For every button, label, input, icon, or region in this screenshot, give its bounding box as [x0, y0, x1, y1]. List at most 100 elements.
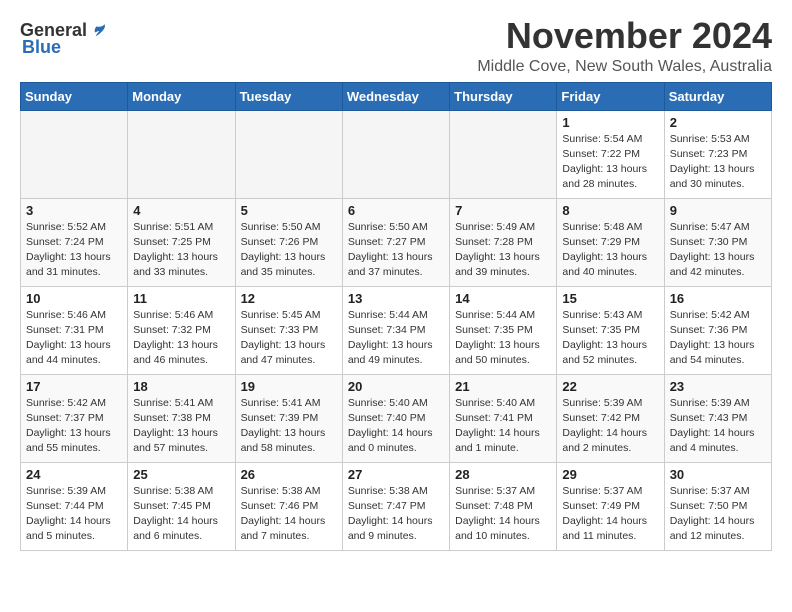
calendar-cell: 7Sunrise: 5:49 AM Sunset: 7:28 PM Daylig… — [450, 198, 557, 286]
calendar-cell: 25 Sunrise: 5:38 AM Sunset: 7:45 PM Dayli… — [128, 462, 235, 550]
day-of-week-header: Monday — [128, 82, 235, 110]
day-info: Sunrise: 5:50 AM Sunset: 7:27 PM Dayligh… — [348, 220, 444, 281]
calendar-cell: 30Sunrise: 5:37 AM Sunset: 7:50 PM Dayli… — [664, 462, 771, 550]
calendar-week-row: 10Sunrise: 5:46 AM Sunset: 7:31 PM Dayli… — [21, 286, 772, 374]
calendar-cell: 3Sunrise: 5:52 AM Sunset: 7:24 PM Daylig… — [21, 198, 128, 286]
day-number: 17 — [26, 379, 122, 394]
day-of-week-header: Thursday — [450, 82, 557, 110]
day-number: 29 — [562, 467, 658, 482]
day-number: 14 — [455, 291, 551, 306]
day-number: 25 — [133, 467, 229, 482]
title-area: November 2024 Middle Cove, New South Wal… — [477, 16, 772, 76]
calendar-cell: 14 Sunrise: 5:44 AM Sunset: 7:35 PM Dayli… — [450, 286, 557, 374]
calendar-cell: 20Sunrise: 5:40 AM Sunset: 7:40 PM Dayli… — [342, 374, 449, 462]
day-of-week-header: Sunday — [21, 82, 128, 110]
day-info: Sunrise: 5:42 AM Sunset: 7:37 PM Dayligh… — [26, 396, 122, 457]
day-number: 6 — [348, 203, 444, 218]
day-info: Sunrise: 5:44 AM Sunset: 7:34 PM Dayligh… — [348, 308, 444, 369]
calendar-cell: 12Sunrise: 5:45 AM Sunset: 7:33 PM Dayli… — [235, 286, 342, 374]
calendar-cell: 11 Sunrise: 5:46 AM Sunset: 7:32 PM Dayli… — [128, 286, 235, 374]
logo-blue-text: Blue — [22, 37, 61, 58]
day-number: 18 — [133, 379, 229, 394]
calendar-cell — [128, 110, 235, 198]
month-title: November 2024 — [477, 16, 772, 56]
day-info: Sunrise: 5:39 AM Sunset: 7:42 PM Dayligh… — [562, 396, 658, 457]
calendar-cell: 13 Sunrise: 5:44 AM Sunset: 7:34 PM Dayli… — [342, 286, 449, 374]
calendar-header-row: SundayMondayTuesdayWednesdayThursdayFrid… — [21, 82, 772, 110]
day-of-week-header: Saturday — [664, 82, 771, 110]
day-info: Sunrise: 5:40 AM Sunset: 7:41 PM Dayligh… — [455, 396, 551, 457]
day-info: Sunrise: 5:37 AM Sunset: 7:49 PM Dayligh… — [562, 484, 658, 545]
calendar-cell: 18 Sunrise: 5:41 AM Sunset: 7:38 PM Dayli… — [128, 374, 235, 462]
day-number: 11 — [133, 291, 229, 306]
day-number: 20 — [348, 379, 444, 394]
calendar-cell: 2 Sunrise: 5:53 AM Sunset: 7:23 PM Daylig… — [664, 110, 771, 198]
day-info: Sunrise: 5:46 AM Sunset: 7:32 PM Dayligh… — [133, 308, 229, 369]
day-info: Sunrise: 5:44 AM Sunset: 7:35 PM Dayligh… — [455, 308, 551, 369]
day-number: 24 — [26, 467, 122, 482]
day-number: 2 — [670, 115, 766, 130]
day-info: Sunrise: 5:42 AM Sunset: 7:36 PM Dayligh… — [670, 308, 766, 369]
day-info: Sunrise: 5:50 AM Sunset: 7:26 PM Dayligh… — [241, 220, 337, 281]
day-number: 21 — [455, 379, 551, 394]
calendar-cell — [450, 110, 557, 198]
day-info: Sunrise: 5:43 AM Sunset: 7:35 PM Dayligh… — [562, 308, 658, 369]
calendar-cell: 15Sunrise: 5:43 AM Sunset: 7:35 PM Dayli… — [557, 286, 664, 374]
day-info: Sunrise: 5:37 AM Sunset: 7:48 PM Dayligh… — [455, 484, 551, 545]
day-info: Sunrise: 5:39 AM Sunset: 7:43 PM Dayligh… — [670, 396, 766, 457]
calendar-cell: 5 Sunrise: 5:50 AM Sunset: 7:26 PM Daylig… — [235, 198, 342, 286]
calendar-cell: 24Sunrise: 5:39 AM Sunset: 7:44 PM Dayli… — [21, 462, 128, 550]
day-number: 13 — [348, 291, 444, 306]
calendar-cell: 23 Sunrise: 5:39 AM Sunset: 7:43 PM Dayli… — [664, 374, 771, 462]
day-info: Sunrise: 5:41 AM Sunset: 7:38 PM Dayligh… — [133, 396, 229, 457]
calendar-table: SundayMondayTuesdayWednesdayThursdayFrid… — [20, 82, 772, 551]
calendar-cell: 26Sunrise: 5:38 AM Sunset: 7:46 PM Dayli… — [235, 462, 342, 550]
day-info: Sunrise: 5:54 AM Sunset: 7:22 PM Dayligh… — [562, 132, 658, 193]
day-info: Sunrise: 5:41 AM Sunset: 7:39 PM Dayligh… — [241, 396, 337, 457]
day-info: Sunrise: 5:47 AM Sunset: 7:30 PM Dayligh… — [670, 220, 766, 281]
day-of-week-header: Wednesday — [342, 82, 449, 110]
day-number: 22 — [562, 379, 658, 394]
calendar-cell: 6 Sunrise: 5:50 AM Sunset: 7:27 PM Daylig… — [342, 198, 449, 286]
calendar-cell: 8 Sunrise: 5:48 AM Sunset: 7:29 PM Daylig… — [557, 198, 664, 286]
day-number: 19 — [241, 379, 337, 394]
day-number: 5 — [241, 203, 337, 218]
day-info: Sunrise: 5:52 AM Sunset: 7:24 PM Dayligh… — [26, 220, 122, 281]
calendar-cell: 17 Sunrise: 5:42 AM Sunset: 7:37 PM Dayli… — [21, 374, 128, 462]
day-number: 26 — [241, 467, 337, 482]
day-number: 1 — [562, 115, 658, 130]
day-number: 9 — [670, 203, 766, 218]
calendar-cell: 29 Sunrise: 5:37 AM Sunset: 7:49 PM Dayli… — [557, 462, 664, 550]
logo-bird-icon — [89, 22, 107, 40]
calendar-cell: 9 Sunrise: 5:47 AM Sunset: 7:30 PM Daylig… — [664, 198, 771, 286]
calendar-cell: 16Sunrise: 5:42 AM Sunset: 7:36 PM Dayli… — [664, 286, 771, 374]
day-of-week-header: Tuesday — [235, 82, 342, 110]
header: General Blue November 2024 Middle Cove, … — [20, 16, 772, 76]
calendar-week-row: 24Sunrise: 5:39 AM Sunset: 7:44 PM Dayli… — [21, 462, 772, 550]
day-info: Sunrise: 5:48 AM Sunset: 7:29 PM Dayligh… — [562, 220, 658, 281]
day-number: 23 — [670, 379, 766, 394]
calendar-week-row: 1 Sunrise: 5:54 AM Sunset: 7:22 PM Daylig… — [21, 110, 772, 198]
day-info: Sunrise: 5:38 AM Sunset: 7:45 PM Dayligh… — [133, 484, 229, 545]
day-info: Sunrise: 5:45 AM Sunset: 7:33 PM Dayligh… — [241, 308, 337, 369]
day-number: 8 — [562, 203, 658, 218]
calendar-cell: 22 Sunrise: 5:39 AM Sunset: 7:42 PM Dayli… — [557, 374, 664, 462]
day-info: Sunrise: 5:49 AM Sunset: 7:28 PM Dayligh… — [455, 220, 551, 281]
calendar-cell: 21 Sunrise: 5:40 AM Sunset: 7:41 PM Dayli… — [450, 374, 557, 462]
calendar-week-row: 17 Sunrise: 5:42 AM Sunset: 7:37 PM Dayli… — [21, 374, 772, 462]
day-number: 30 — [670, 467, 766, 482]
calendar-cell: 27 Sunrise: 5:38 AM Sunset: 7:47 PM Dayli… — [342, 462, 449, 550]
day-number: 27 — [348, 467, 444, 482]
day-number: 28 — [455, 467, 551, 482]
day-info: Sunrise: 5:51 AM Sunset: 7:25 PM Dayligh… — [133, 220, 229, 281]
day-number: 10 — [26, 291, 122, 306]
day-info: Sunrise: 5:38 AM Sunset: 7:47 PM Dayligh… — [348, 484, 444, 545]
calendar-cell: 4 Sunrise: 5:51 AM Sunset: 7:25 PM Daylig… — [128, 198, 235, 286]
day-number: 4 — [133, 203, 229, 218]
calendar-week-row: 3Sunrise: 5:52 AM Sunset: 7:24 PM Daylig… — [21, 198, 772, 286]
calendar-cell: 1 Sunrise: 5:54 AM Sunset: 7:22 PM Daylig… — [557, 110, 664, 198]
day-info: Sunrise: 5:53 AM Sunset: 7:23 PM Dayligh… — [670, 132, 766, 193]
calendar-cell: 19 Sunrise: 5:41 AM Sunset: 7:39 PM Dayli… — [235, 374, 342, 462]
logo: General Blue — [20, 16, 107, 58]
calendar-cell — [21, 110, 128, 198]
